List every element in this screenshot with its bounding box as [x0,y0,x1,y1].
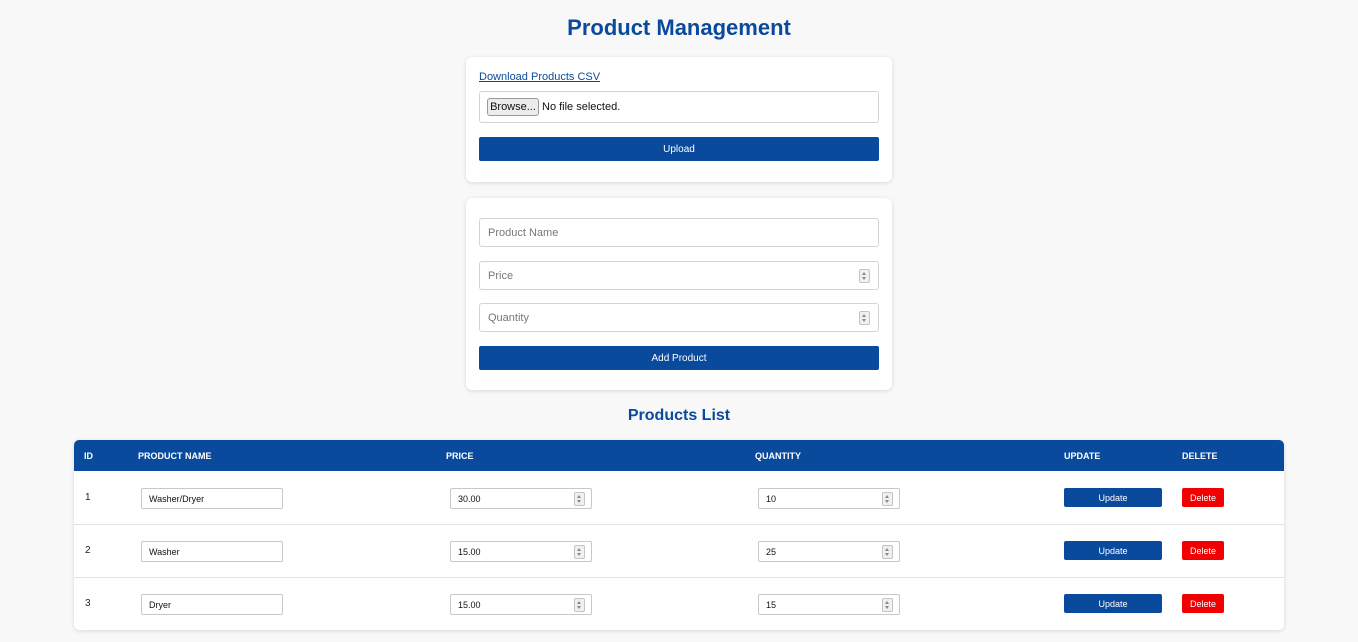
row-name-value: Washer/Dryer [149,494,205,504]
update-button[interactable]: Update [1064,541,1162,560]
row-id: 1 [85,492,91,503]
products-table: ID PRODUCT NAME PRICE QUANTITY UPDATE DE… [74,440,1284,630]
download-csv-link[interactable]: Download Products CSV [479,71,600,83]
update-button[interactable]: Update [1064,594,1162,613]
row-name-input[interactable]: Washer/Dryer [141,488,283,509]
row-id: 3 [85,598,91,609]
quantity-stepper-icon[interactable] [882,545,893,559]
column-header-product-name: PRODUCT NAME [138,451,212,461]
quantity-placeholder: Quantity [488,312,529,324]
update-button[interactable]: Update [1064,488,1162,507]
table-row: 1 Washer/Dryer 30.00 10 Update Delete [74,471,1284,525]
product-name-placeholder: Product Name [488,227,559,239]
price-stepper-icon[interactable] [574,492,585,506]
products-list-title: Products List [627,407,731,424]
add-product-button[interactable]: Add Product [479,346,879,370]
file-status: No file selected. [542,101,621,113]
upload-card: Download Products CSV Browse... No file … [466,57,892,182]
price-input[interactable]: Price [479,261,879,290]
column-header-price: PRICE [446,451,474,461]
row-name-input[interactable]: Washer [141,541,283,562]
page-title: Product Management [567,15,791,40]
row-quantity-value: 15 [766,600,777,610]
row-name-value: Washer [149,547,180,557]
browse-button[interactable]: Browse... [487,98,539,116]
product-name-input[interactable]: Product Name [479,218,879,247]
quantity-stepper-icon[interactable] [882,492,893,506]
row-price-value: 30.00 [458,494,481,504]
row-name-input[interactable]: Dryer [141,594,283,615]
delete-button[interactable]: Delete [1182,594,1224,613]
row-quantity-input[interactable]: 15 [758,594,900,615]
row-quantity-value: 10 [766,494,777,504]
file-input[interactable]: Browse... No file selected. [479,91,879,123]
row-price-input[interactable]: 30.00 [450,488,592,509]
price-placeholder: Price [488,270,514,282]
price-stepper-icon[interactable] [859,269,870,283]
price-stepper-icon[interactable] [574,545,585,559]
row-quantity-value: 25 [766,547,777,557]
row-price-input[interactable]: 15.00 [450,541,592,562]
row-quantity-input[interactable]: 10 [758,488,900,509]
delete-button[interactable]: Delete [1182,488,1224,507]
add-product-card: Product Name Price Quantity Add Product [466,198,892,390]
price-stepper-icon[interactable] [574,598,585,612]
column-header-quantity: QUANTITY [755,451,801,461]
table-row: 3 Dryer 15.00 15 Update Delete [74,577,1284,630]
delete-button[interactable]: Delete [1182,541,1224,560]
row-name-value: Dryer [149,600,171,610]
column-header-id: ID [84,451,93,461]
upload-button[interactable]: Upload [479,137,879,161]
quantity-stepper-icon[interactable] [859,311,870,325]
column-header-delete: DELETE [1182,451,1218,461]
quantity-input[interactable]: Quantity [479,303,879,332]
row-price-input[interactable]: 15.00 [450,594,592,615]
table-header: ID PRODUCT NAME PRICE QUANTITY UPDATE DE… [74,440,1284,471]
row-price-value: 15.00 [458,600,481,610]
row-id: 2 [85,545,91,556]
row-price-value: 15.00 [458,547,481,557]
row-quantity-input[interactable]: 25 [758,541,900,562]
table-row: 2 Washer 15.00 25 Update Delete [74,524,1284,578]
column-header-update: UPDATE [1064,451,1101,461]
quantity-stepper-icon[interactable] [882,598,893,612]
